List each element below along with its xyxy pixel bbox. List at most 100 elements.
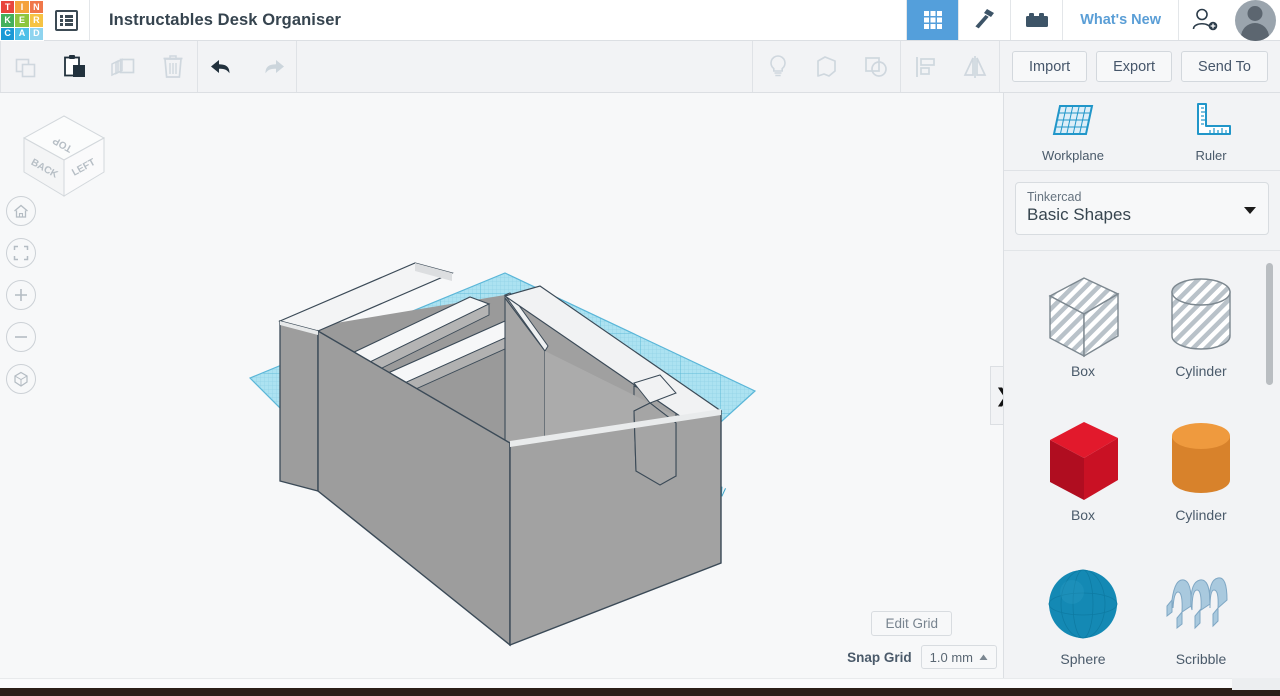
fit-to-view-button[interactable] xyxy=(6,238,36,268)
3d-scene: MM xyxy=(248,262,757,647)
paste-button[interactable] xyxy=(50,41,99,92)
3d-viewport[interactable]: MM xyxy=(0,93,1003,678)
mode-bricks-button[interactable] xyxy=(1010,0,1063,40)
align-icon xyxy=(915,56,935,77)
redo-button[interactable] xyxy=(247,41,296,92)
logo-tile: E xyxy=(15,14,29,27)
bottom-strip-right xyxy=(1232,678,1280,690)
logo-tile: A xyxy=(15,27,29,40)
mirror-button[interactable] xyxy=(950,41,999,92)
shape-list[interactable]: Box Cylinder Box Cylinder Sphere Scribbl… xyxy=(1004,250,1280,678)
export-button[interactable]: Export xyxy=(1096,51,1173,82)
chevron-up-icon xyxy=(979,654,988,660)
cylinder-hole-icon xyxy=(1171,278,1231,350)
sphere-icon xyxy=(1048,569,1118,639)
bottom-strip-left xyxy=(0,678,1232,688)
toolbar-align-group xyxy=(901,41,999,92)
minus-icon xyxy=(15,336,27,338)
header-right-group: What's New xyxy=(906,0,1280,41)
shape-preview xyxy=(1040,413,1126,511)
duplicate-button[interactable] xyxy=(99,41,148,92)
scribble-icon xyxy=(1166,577,1228,630)
cube-perspective-icon xyxy=(14,371,28,387)
redo-arrow-icon xyxy=(265,59,284,73)
mode-codeblocks-button[interactable] xyxy=(958,0,1011,40)
toolbar-history-group xyxy=(198,41,296,92)
logo-tile: K xyxy=(1,14,15,27)
zoom-in-button[interactable] xyxy=(6,280,36,310)
shape-box-solid[interactable]: Box xyxy=(1024,407,1142,547)
undo-button[interactable] xyxy=(198,41,247,92)
shape-sphere[interactable]: Sphere xyxy=(1024,551,1142,678)
copy-button[interactable] xyxy=(1,41,50,92)
ruler-tool[interactable]: Ruler xyxy=(1142,93,1280,170)
snap-grid-select[interactable]: 1.0 mm xyxy=(920,645,997,669)
scrollbar-thumb[interactable] xyxy=(1266,263,1273,385)
paste-icon xyxy=(63,54,85,77)
mirror-flip-icon xyxy=(963,55,986,78)
ungroup-shape-icon xyxy=(864,56,887,77)
edit-grid-button[interactable]: Edit Grid xyxy=(871,611,952,636)
shape-scribble[interactable]: Scribble xyxy=(1142,551,1260,678)
shape-label: Cylinder xyxy=(1175,507,1227,523)
brick-icon xyxy=(1025,13,1048,27)
home-icon xyxy=(14,204,28,218)
logo-tile: N xyxy=(29,1,43,14)
workplane-tool[interactable]: Workplane xyxy=(1004,93,1142,170)
logo-tile: R xyxy=(29,14,43,27)
shape-box-hole[interactable]: Box xyxy=(1024,263,1142,403)
snap-grid-label: Snap Grid xyxy=(847,649,912,665)
shape-cylinder-hole[interactable]: Cylinder xyxy=(1142,263,1260,403)
shape-preview xyxy=(1040,269,1126,367)
tinkercad-logo[interactable]: T I N K E R C A D xyxy=(0,0,44,41)
mode-3d-design-button[interactable] xyxy=(906,0,959,40)
ungroup-button[interactable] xyxy=(851,41,900,92)
desk-organiser-model xyxy=(278,262,723,647)
align-button[interactable] xyxy=(901,41,950,92)
group-button[interactable] xyxy=(802,41,851,92)
workplane-icon xyxy=(1052,105,1094,135)
logo-tile: D xyxy=(29,27,43,40)
shapes-scrollbar[interactable] xyxy=(1266,263,1273,678)
project-menu-button[interactable] xyxy=(44,0,90,40)
user-menu-button[interactable] xyxy=(1230,0,1280,41)
shape-label: Box xyxy=(1070,507,1096,523)
list-icon xyxy=(55,9,78,31)
toolbar-edit-group xyxy=(1,41,197,92)
ruler-tool-label: Ruler xyxy=(1195,148,1227,163)
shape-preview xyxy=(1158,413,1244,511)
delete-button[interactable] xyxy=(148,41,197,92)
whats-new-link[interactable]: What's New xyxy=(1062,0,1178,40)
send-to-button[interactable]: Send To xyxy=(1181,51,1268,82)
lightbulb-icon xyxy=(769,54,786,76)
view-nav-buttons xyxy=(6,196,36,406)
view-cube[interactable]: TOP BACK LEFT xyxy=(18,112,110,200)
perspective-toggle-button[interactable] xyxy=(6,364,36,394)
snap-grid-control: Snap Grid 1.0 mm xyxy=(847,645,997,669)
invite-people-button[interactable] xyxy=(1178,0,1230,40)
import-button[interactable]: Import xyxy=(1012,51,1088,82)
shape-preview xyxy=(1158,269,1244,367)
logo-tile: T xyxy=(1,1,15,14)
toolbar-actions: Import Export Send To xyxy=(1000,41,1280,92)
avatar xyxy=(1234,0,1276,41)
shape-preview xyxy=(1040,557,1126,655)
home-view-button[interactable] xyxy=(6,196,36,226)
trash-icon xyxy=(163,54,182,78)
zoom-out-button[interactable] xyxy=(6,322,36,352)
library-provider-label: Tinkercad xyxy=(1027,190,1082,204)
plus-icon xyxy=(15,289,27,301)
undo-arrow-icon xyxy=(210,59,229,73)
logo-tile: C xyxy=(1,27,15,40)
duplicate-icon xyxy=(110,57,134,76)
shape-label: Cylinder xyxy=(1175,363,1227,379)
shape-label: Box xyxy=(1070,363,1096,379)
app-header: T I N K E R C A D Instructables Desk Org… xyxy=(0,0,1280,41)
shape-library-dropdown[interactable]: Tinkercad Basic Shapes xyxy=(1015,182,1269,235)
tinkercad-app: T I N K E R C A D Instructables Desk Org… xyxy=(0,0,1280,696)
codeblocks-hammer-icon xyxy=(975,9,994,29)
hint-lightbulb-button[interactable] xyxy=(753,41,802,92)
shape-cylinder-solid[interactable]: Cylinder xyxy=(1142,407,1260,547)
cylinder-solid-icon xyxy=(1172,423,1230,493)
